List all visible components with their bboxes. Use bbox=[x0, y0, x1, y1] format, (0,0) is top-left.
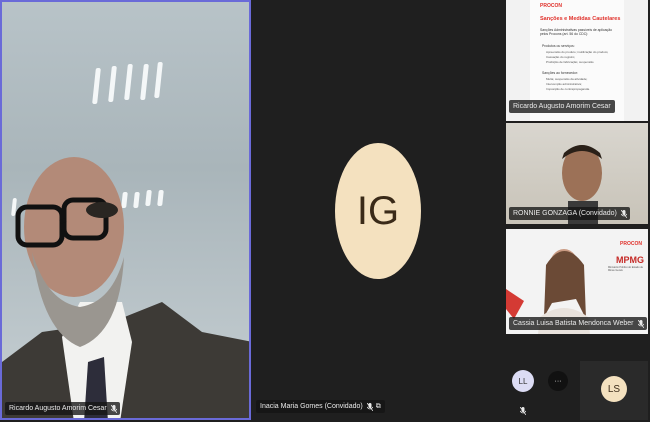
slide-list-1: Apreensão do produto; inutilização do pr… bbox=[546, 50, 608, 65]
cassia-name-tag: Cassia Luisa Batista Mendonca Weber bbox=[509, 317, 647, 330]
slide-presenter-name-tag: Ricardo Augusto Amorim Cesar bbox=[509, 100, 615, 113]
main-speaker-name: Ricardo Augusto Amorim Cesar bbox=[9, 405, 107, 412]
mic-muted-icon bbox=[366, 403, 373, 411]
inacia-avatar: IG bbox=[335, 143, 421, 279]
main-speaker-name-tag: Ricardo Augusto Amorim Cesar bbox=[5, 402, 120, 415]
inacia-initials: IG bbox=[356, 188, 400, 233]
ronnie-video[interactable]: RONNIE GONZAGA (Convidado) bbox=[506, 123, 648, 224]
ronnie-name-tag: RONNIE GONZAGA (Convidado) bbox=[509, 207, 630, 220]
ll-avatar: LL bbox=[512, 370, 534, 392]
slide-section-2: Sanções ao fornecedor: bbox=[542, 71, 579, 75]
mic-muted-icon bbox=[519, 402, 527, 420]
slide-subtitle: Sanções Administrativas passíveis de apl… bbox=[540, 28, 612, 37]
slide-list-2-item: Imposição de contrapropaganda. bbox=[546, 87, 590, 91]
pin-icon[interactable]: ⧉ bbox=[376, 401, 381, 412]
inacia-tile[interactable]: IG Inacia Maria Gomes (Convidado) ⧉ bbox=[253, 0, 504, 420]
ls-initials: LS bbox=[607, 383, 621, 395]
inacia-name-tag: Inacia Maria Gomes (Convidado) ⧉ bbox=[256, 400, 385, 413]
more-label: ··· bbox=[554, 377, 562, 385]
slide-presenter-name: Ricardo Augusto Amorim Cesar bbox=[513, 103, 611, 110]
ls-avatar: LS bbox=[601, 376, 627, 402]
mic-muted-icon bbox=[620, 210, 627, 218]
inacia-name: Inacia Maria Gomes (Convidado) bbox=[260, 403, 363, 410]
slide-list-2: Multa; suspensão da atividade; Intervenç… bbox=[546, 77, 590, 92]
cassia-video[interactable]: PROCON MPMG Ministério Público do Estado… bbox=[506, 229, 648, 334]
ll-avatar-tile[interactable]: LL bbox=[512, 370, 536, 416]
ls-tile[interactable]: LS bbox=[580, 361, 648, 420]
mic-muted-icon bbox=[110, 405, 117, 413]
ronnie-name: RONNIE GONZAGA (Convidado) bbox=[513, 210, 617, 217]
slide-brand: PROCON bbox=[540, 3, 562, 9]
slide-title: Sanções e Medidas Cautelares bbox=[540, 16, 621, 22]
ll-initials: LL bbox=[518, 376, 528, 386]
main-speaker-video[interactable]: Ricardo Augusto Amorim Cesar bbox=[0, 0, 251, 420]
cassia-name: Cassia Luisa Batista Mendonca Weber bbox=[513, 320, 634, 327]
slide-list-1-item: Proibição de fabricação; suspensão bbox=[546, 60, 594, 64]
shared-slide-tile[interactable]: PROCON Sanções e Medidas Cautelares Sanç… bbox=[506, 0, 648, 121]
more-icon: ··· bbox=[548, 371, 568, 391]
more-participants-button[interactable]: ··· bbox=[548, 371, 568, 391]
slide-section-1: Produtos ou serviços: bbox=[542, 44, 575, 48]
mic-muted-icon bbox=[637, 320, 644, 328]
speaker-figure bbox=[2, 157, 249, 418]
